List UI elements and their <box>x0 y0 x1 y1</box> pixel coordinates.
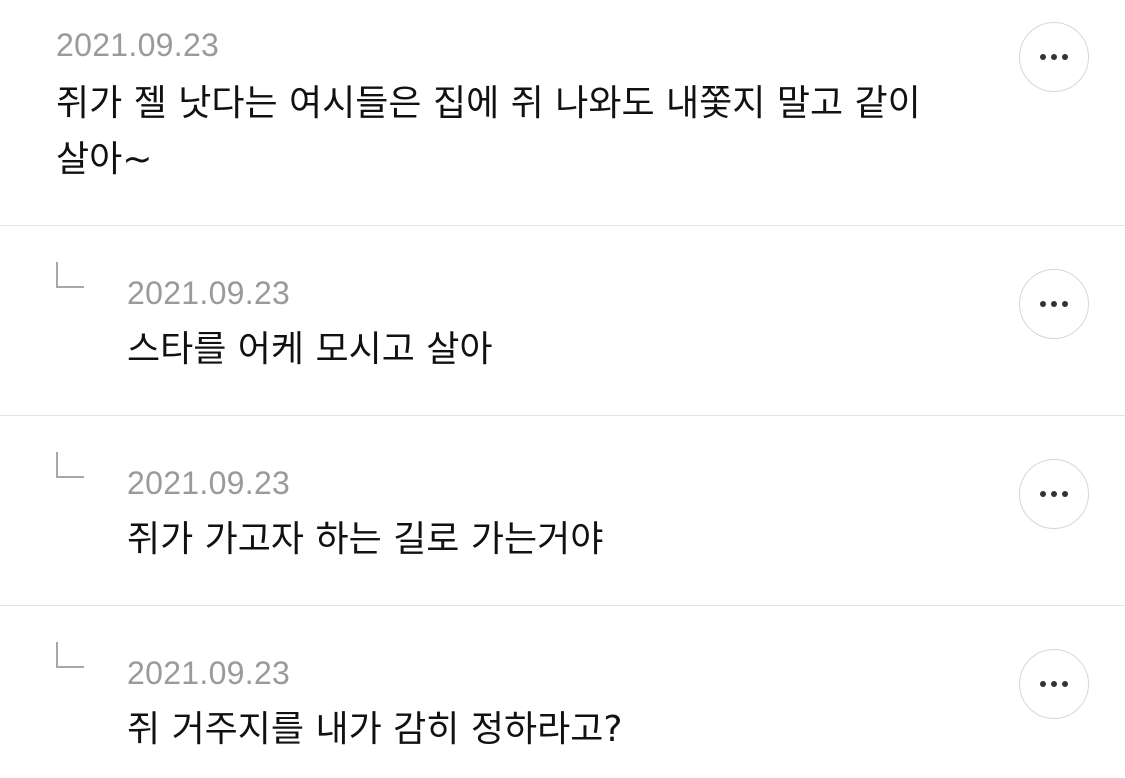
more-horizontal-icon <box>1040 681 1068 687</box>
reply-body: 2021.09.23 쥐 거주지를 내가 감히 정하라고? <box>127 654 985 758</box>
comment-text: 쥐가 가고자 하는 길로 가는거야 <box>127 519 604 560</box>
reply-body: 2021.09.23 쥐가 가고자 하는 길로 가는거야 <box>127 464 985 568</box>
comment-text: 스타를 어케 모시고 살아 <box>127 329 493 370</box>
comment-date: 2021.09.23 <box>127 275 291 311</box>
more-options-button[interactable] <box>1019 269 1089 339</box>
comment-text: 쥐 거주지를 내가 감히 정하라고? <box>127 709 623 750</box>
reply-arrow-icon <box>56 262 84 288</box>
more-horizontal-icon <box>1040 54 1068 60</box>
more-horizontal-icon <box>1040 301 1068 307</box>
comment-text: 쥐가 젤 낫다는 여시들은 집에 쥐 나와도 내쫓지 말고 같이 살아~ <box>56 83 921 180</box>
reply-body: 2021.09.23 스타를 어케 모시고 살아 <box>127 274 985 378</box>
reply-arrow-icon <box>56 452 84 478</box>
more-options-button[interactable] <box>1019 649 1089 719</box>
more-options-button[interactable] <box>1019 22 1089 92</box>
reply-item: 2021.09.23 쥐 거주지를 내가 감히 정하라고? <box>0 606 1125 778</box>
reply-arrow-icon <box>56 642 84 668</box>
reply-item: 2021.09.23 스타를 어케 모시고 살아 <box>0 226 1125 416</box>
comment-date: 2021.09.23 <box>56 27 220 63</box>
more-horizontal-icon <box>1040 491 1068 497</box>
more-options-button[interactable] <box>1019 459 1089 529</box>
comment-list: 2021.09.23 쥐가 젤 낫다는 여시들은 집에 쥐 나와도 내쫓지 말고… <box>0 0 1125 778</box>
comment-item: 2021.09.23 쥐가 젤 낫다는 여시들은 집에 쥐 나와도 내쫓지 말고… <box>0 0 1125 226</box>
comment-date: 2021.09.23 <box>127 465 291 501</box>
comment-date: 2021.09.23 <box>127 655 291 691</box>
reply-item: 2021.09.23 쥐가 가고자 하는 길로 가는거야 <box>0 416 1125 606</box>
